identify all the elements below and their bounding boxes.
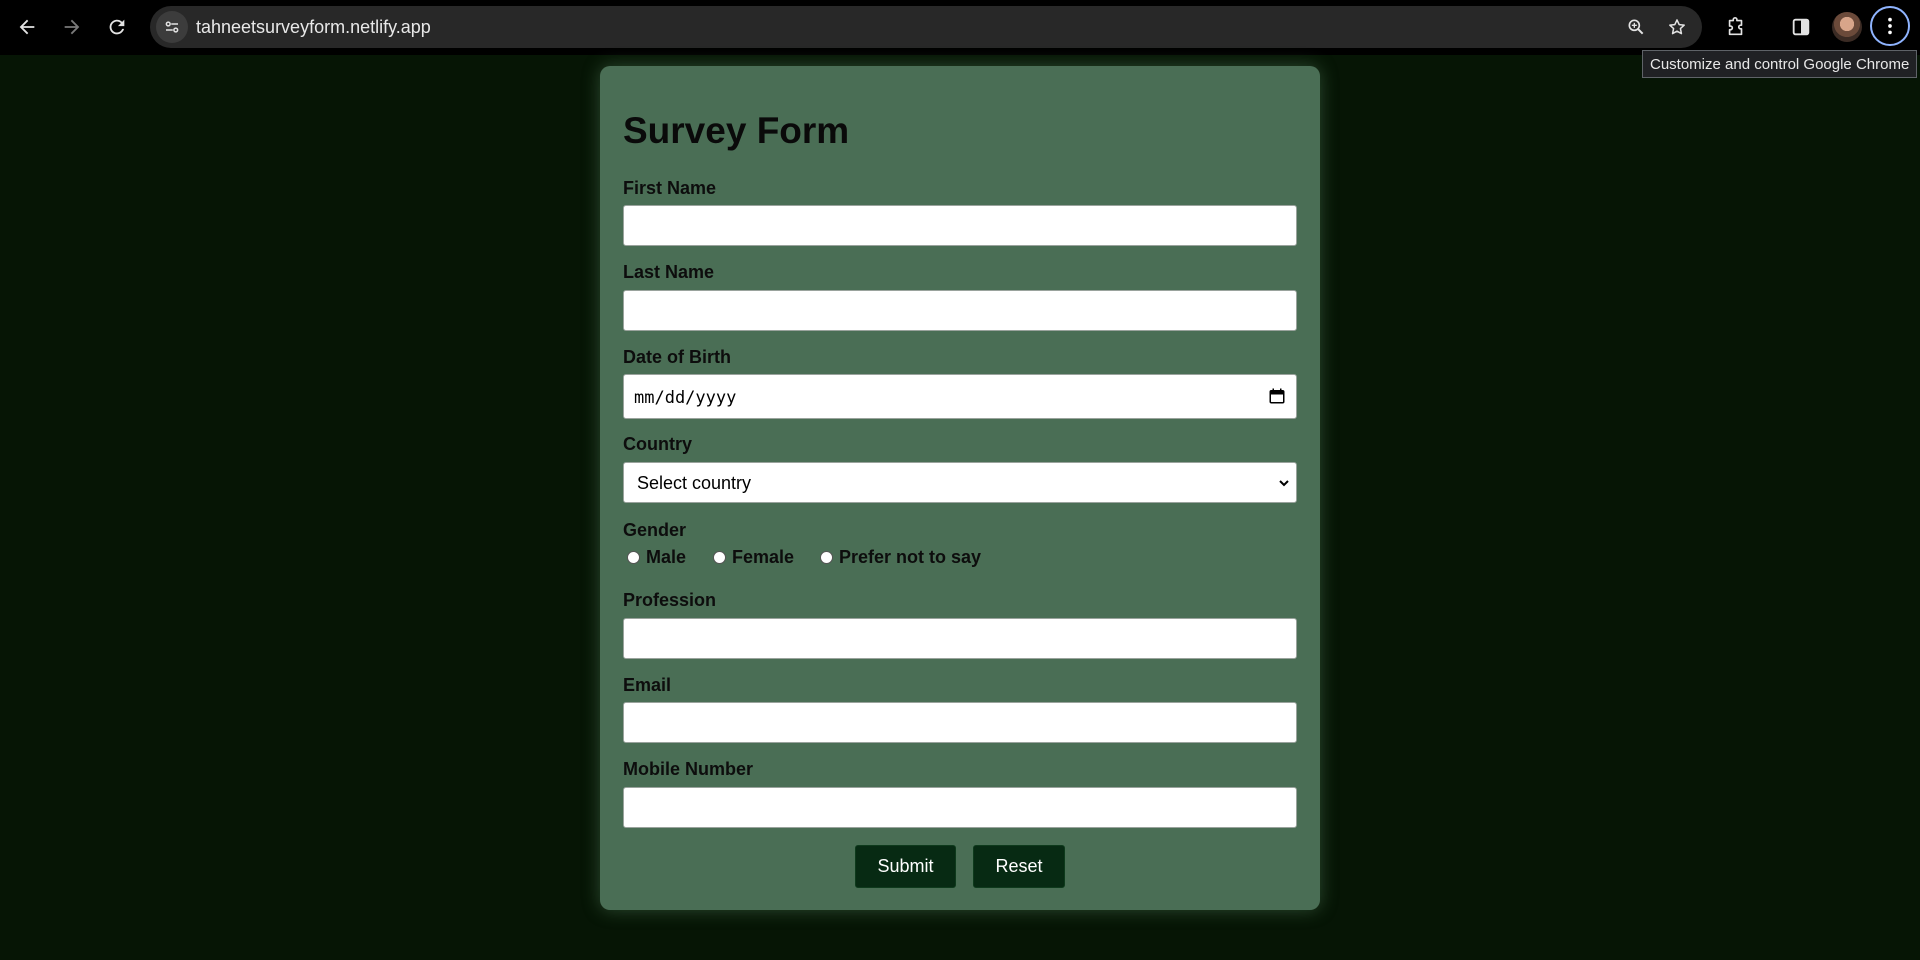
survey-form-card: Survey Form First Name Last Name Date of… [600,66,1320,910]
country-select-value: Select country [637,473,752,493]
gender-radio-prefer-not-to-say[interactable] [820,551,833,564]
site-info-icon[interactable] [156,11,188,43]
gender-radio-male[interactable] [627,551,640,564]
extensions-icon[interactable] [1718,9,1754,45]
zoom-icon[interactable] [1622,13,1650,41]
last-name-label: Last Name [623,262,715,282]
menu-tooltip: Customize and control Google Chrome [1642,50,1918,78]
last-name-input[interactable] [623,290,1297,331]
first-name-label: First Name [623,178,717,198]
kebab-menu-icon[interactable] [1870,6,1910,46]
mobile-number-label: Mobile Number [623,759,754,779]
reload-icon[interactable] [99,9,135,45]
profession-input[interactable] [623,618,1297,659]
email-label: Email [623,675,672,695]
back-arrow-icon[interactable] [9,9,45,45]
mobile-number-input[interactable] [623,787,1297,828]
dob-label: Date of Birth [623,347,731,367]
url-text[interactable]: tahneetsurveyform.netlify.app [196,17,431,38]
gender-radio-female[interactable] [713,551,726,564]
side-panel-icon[interactable] [1783,9,1819,45]
reset-button[interactable]: Reset [973,845,1065,888]
submit-button[interactable]: Submit [855,845,956,888]
form-title: Survey Form [623,110,850,151]
profile-avatar[interactable] [1832,12,1862,42]
browser-toolbar: tahneetsurveyform.netlify.app [0,0,1920,55]
gender-label: Gender [623,520,687,540]
gender-option-label[interactable]: Male [646,547,686,568]
email-input[interactable] [623,702,1297,743]
dob-placeholder: mm/dd/yyyy [634,388,737,408]
calendar-icon[interactable] [1268,387,1286,405]
profession-label: Profession [623,590,717,610]
dob-input[interactable]: mm/dd/yyyy [623,374,1297,419]
country-select[interactable]: Select country [623,462,1297,503]
first-name-input[interactable] [623,205,1297,246]
forward-arrow-icon[interactable] [54,9,90,45]
chevron-down-icon [1279,480,1289,487]
gender-option-label[interactable]: Prefer not to say [839,547,981,568]
country-label: Country [623,434,692,454]
address-bar[interactable]: tahneetsurveyform.netlify.app [150,6,1702,48]
gender-option-label[interactable]: Female [732,547,794,568]
bookmark-star-icon[interactable] [1663,13,1691,41]
